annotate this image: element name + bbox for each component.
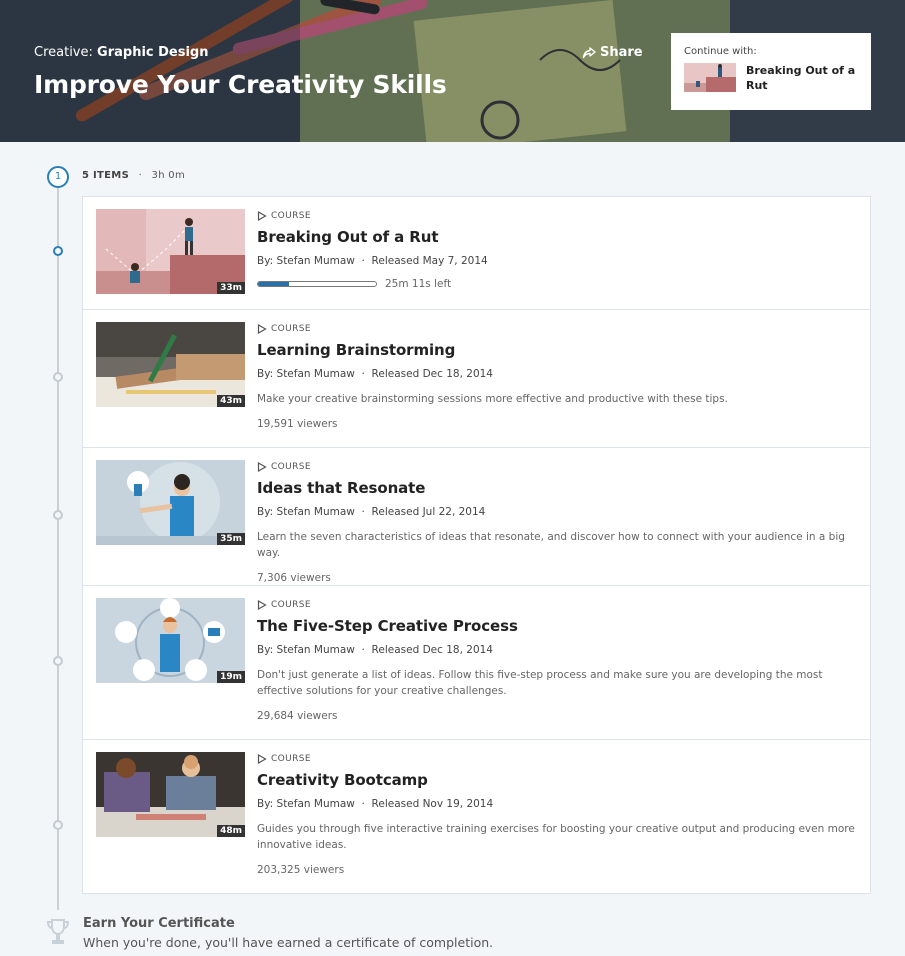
course-thumbnail[interactable]: 19m [96, 598, 245, 683]
timeline-dot [53, 820, 63, 830]
course-type-label: COURSE [271, 211, 312, 221]
items-count: 5 ITEMS [82, 170, 130, 181]
play-triangle-icon [257, 211, 267, 221]
course-description: Make your creative brainstorming session… [257, 393, 728, 405]
hero-banner: Creative: Graphic Design Improve Your Cr… [0, 0, 905, 142]
timeline-dot [53, 656, 63, 666]
course-list: 33m COURSE Breaking Out of a Rut By: Ste… [82, 196, 871, 894]
course-byline: By: Stefan Mumaw · Released May 7, 2014 [257, 255, 488, 267]
course-thumbnail[interactable]: 43m [96, 322, 245, 407]
breadcrumb: Creative: Graphic Design [34, 45, 209, 60]
progress-label: 25m 11s left [385, 278, 452, 290]
play-triangle-icon [257, 754, 267, 764]
path-duration: 3h 0m [151, 170, 186, 181]
course-thumbnail[interactable]: 35m [96, 460, 245, 545]
step-number-badge: 1 [47, 166, 69, 188]
course-viewers: 29,684 viewers [257, 710, 338, 722]
course-title[interactable]: Ideas that Resonate [257, 479, 858, 497]
timeline-dot [53, 510, 63, 520]
continue-with-card[interactable]: Continue with: Breaking Out of a Rut [671, 33, 871, 110]
duration-badge: 43m [217, 395, 245, 407]
duration-badge: 33m [217, 282, 245, 294]
play-triangle-icon [257, 462, 267, 472]
duration-badge: 19m [217, 671, 245, 683]
progress-bar [257, 281, 377, 287]
course-byline: By: Stefan Mumaw · Released Dec 18, 2014 [257, 368, 493, 380]
course-type: COURSE [257, 322, 858, 336]
play-triangle-icon [257, 324, 267, 334]
course-viewers: 19,591 viewers [257, 418, 338, 430]
course-title[interactable]: Breaking Out of a Rut [257, 228, 858, 246]
course-thumbnail[interactable]: 48m [96, 752, 245, 837]
page-title: Improve Your Creativity Skills [34, 70, 447, 99]
timeline-dot [53, 372, 63, 382]
continue-course-title: Breaking Out of a Rut [746, 64, 856, 92]
course-card-five-step-creative-process[interactable]: 19m COURSE The Five-Step Creative Proces… [83, 586, 870, 740]
course-card-breaking-out-of-a-rut[interactable]: 33m COURSE Breaking Out of a Rut By: Ste… [83, 197, 870, 310]
continue-label: Continue with: [684, 46, 757, 57]
course-type: COURSE [257, 209, 858, 223]
course-title[interactable]: The Five-Step Creative Process [257, 617, 858, 635]
trophy-icon [46, 919, 70, 944]
breadcrumb-subcategory[interactable]: Graphic Design [97, 45, 208, 60]
course-thumbnail[interactable]: 33m [96, 209, 245, 294]
course-type-label: COURSE [271, 754, 312, 764]
course-card-creativity-bootcamp[interactable]: 48m COURSE Creativity Bootcamp By: Stefa… [83, 740, 870, 893]
course-description: Learn the seven characteristics of ideas… [257, 531, 845, 559]
course-type: COURSE [257, 460, 858, 474]
course-type-label: COURSE [271, 600, 312, 610]
course-viewers: 7,306 viewers [257, 572, 331, 584]
timeline-line [57, 186, 59, 910]
meta-separator: · [138, 170, 143, 181]
course-description: Guides you through five interactive trai… [257, 823, 855, 851]
duration-badge: 35m [217, 533, 245, 545]
course-type-label: COURSE [271, 462, 312, 472]
duration-badge: 48m [217, 825, 245, 837]
course-type-label: COURSE [271, 324, 312, 334]
share-button[interactable]: Share [582, 45, 643, 60]
course-byline: By: Stefan Mumaw · Released Dec 18, 2014 [257, 644, 493, 656]
breadcrumb-category[interactable]: Creative: [34, 45, 93, 60]
course-byline: By: Stefan Mumaw · Released Jul 22, 2014 [257, 506, 486, 518]
progress-fill [258, 282, 289, 286]
share-label: Share [600, 45, 643, 60]
timeline-dot-current [53, 246, 63, 256]
course-viewers: 203,325 viewers [257, 864, 345, 876]
certificate-description: When you're done, you'll have earned a c… [83, 935, 494, 950]
play-triangle-icon [257, 600, 267, 610]
course-card-ideas-that-resonate[interactable]: 35m COURSE Ideas that Resonate By: Stefa… [83, 448, 870, 586]
course-description: Don't just generate a list of ideas. Fol… [257, 669, 823, 697]
course-progress: 25m 11s left [257, 278, 858, 290]
course-card-learning-brainstorming[interactable]: 43m COURSE Learning Brainstorming By: St… [83, 310, 870, 448]
course-type: COURSE [257, 752, 858, 766]
course-type: COURSE [257, 598, 858, 612]
course-byline: By: Stefan Mumaw · Released Nov 19, 2014 [257, 798, 494, 810]
course-title[interactable]: Creativity Bootcamp [257, 771, 858, 789]
continue-thumbnail [684, 63, 736, 92]
certificate-title: Earn Your Certificate [83, 916, 235, 931]
path-meta: 5 ITEMS · 3h 0m [82, 170, 185, 181]
course-title[interactable]: Learning Brainstorming [257, 341, 858, 359]
share-arrow-icon [582, 46, 596, 58]
